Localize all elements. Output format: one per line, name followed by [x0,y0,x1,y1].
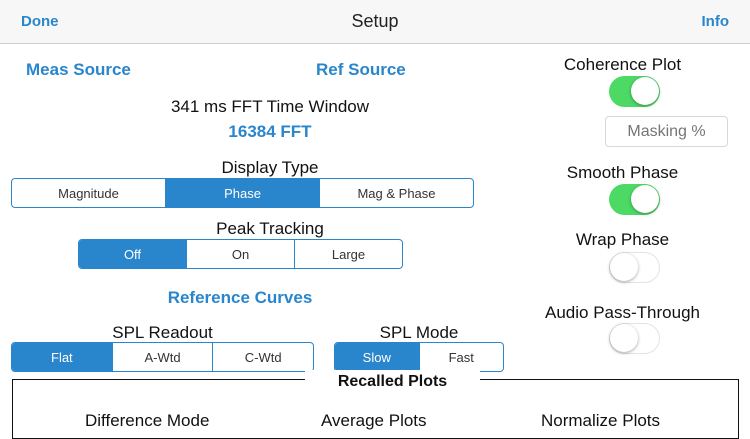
display-type-magnitude[interactable]: Magnitude [12,179,165,207]
reference-curves-link[interactable]: Reference Curves [90,288,390,308]
coherence-plot-toggle[interactable] [609,76,660,107]
display-type-mag-phase[interactable]: Mag & Phase [319,179,473,207]
toggle-knob [610,324,638,352]
meas-source-link[interactable]: Meas Source [26,60,131,80]
wrap-phase-label: Wrap Phase [575,230,670,249]
wrap-phase-toggle[interactable] [609,252,660,283]
spl-mode-fast[interactable]: Fast [418,343,504,371]
smooth-phase-toggle[interactable] [609,184,660,215]
coherence-plot-label: Coherence Plot [563,55,682,74]
spl-readout-flat[interactable]: Flat [12,343,112,371]
ref-source-link[interactable]: Ref Source [316,60,406,80]
display-type-segmented-control: Magnitude Phase Mag & Phase [11,178,474,208]
peak-tracking-on[interactable]: On [186,240,294,268]
toggle-knob [610,253,638,281]
spl-readout-segmented-control: Flat A-Wtd C-Wtd [11,342,314,372]
recalled-plots-title: Recalled Plots [305,370,480,394]
difference-mode-label: Difference Mode [85,411,210,430]
spl-mode-segmented-control: Slow Fast [334,342,504,372]
display-type-phase[interactable]: Phase [165,179,319,207]
toggle-knob [631,185,659,213]
spl-readout-a-wtd[interactable]: A-Wtd [111,343,213,371]
peak-tracking-segmented-control: Off On Large [78,239,403,269]
average-plots-label: Average Plots [321,411,427,430]
spl-mode-slow[interactable]: Slow [335,343,419,371]
fft-size-link[interactable]: 16384 FFT [90,122,450,142]
peak-tracking-label: Peak Tracking [216,219,324,238]
peak-tracking-large[interactable]: Large [294,240,402,268]
spl-readout-c-wtd[interactable]: C-Wtd [212,343,313,371]
done-button[interactable]: Done [21,13,59,30]
spl-mode-label: SPL Mode [379,323,459,342]
display-type-label: Display Type [221,158,319,177]
smooth-phase-label: Smooth Phase [566,163,679,182]
nav-bar: Setup Done Info [0,0,750,44]
audio-pass-through-toggle[interactable] [609,323,660,354]
info-button[interactable]: Info [702,13,730,30]
page-title: Setup [351,11,399,31]
normalize-plots-label: Normalize Plots [541,411,661,430]
fft-window-label: 341 ms FFT Time Window [170,97,370,116]
peak-tracking-off[interactable]: Off [79,240,186,268]
spl-readout-label: SPL Readout [112,323,213,342]
toggle-knob [631,77,659,105]
masking-percent-input[interactable] [605,116,728,147]
audio-pass-through-label: Audio Pass-Through [545,303,700,322]
